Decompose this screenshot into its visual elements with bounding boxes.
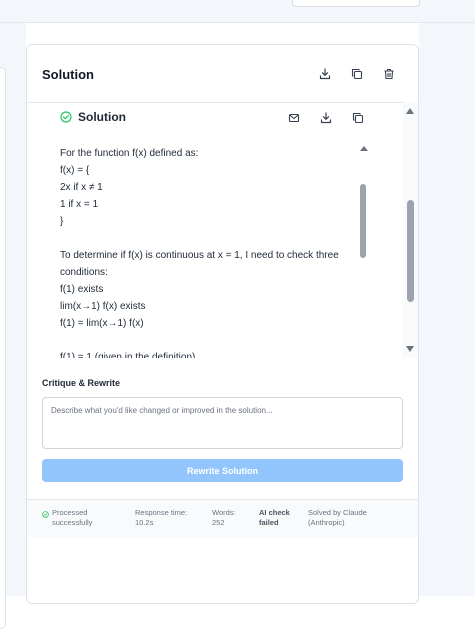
status-solved-by: Solved by Claude (Anthropic): [308, 508, 367, 527]
solution-line: f(x) = {: [60, 165, 90, 176]
inner-scrollbar-thumb[interactable]: [360, 184, 366, 258]
download-icon[interactable]: [318, 110, 334, 126]
scroll-down-arrow-icon[interactable]: [406, 346, 414, 352]
success-check-icon: [42, 511, 49, 518]
status-processed: Processed successfully: [52, 508, 93, 527]
panel-header: Solution: [27, 45, 418, 103]
copy-icon[interactable]: [350, 110, 366, 126]
scroll-up-arrow-icon[interactable]: [360, 146, 368, 151]
critique-input[interactable]: [42, 397, 403, 449]
status-response-time: Response time: 10.2s: [135, 508, 188, 527]
solution-line: To determine if f(x) is continuous at x …: [60, 250, 339, 261]
solution-line: For the function f(x) defined as:: [60, 148, 199, 159]
left-panel-edge: [0, 67, 6, 629]
status-ai-check: AI check failed: [259, 508, 290, 527]
solution-line: f(1) exists: [60, 284, 104, 295]
solution-scroll-area[interactable]: Solution For the function f(x) defined a…: [27, 102, 418, 358]
solution-card: Solution For the function f(x) defined a…: [46, 102, 386, 358]
top-bar-control[interactable]: [292, 0, 420, 7]
solution-line: lim(x→1) f(x) exists: [60, 301, 146, 312]
mail-icon[interactable]: [286, 110, 302, 126]
download-icon[interactable]: [317, 66, 333, 82]
inner-scrollbar[interactable]: [358, 140, 370, 358]
solution-line: [60, 230, 360, 247]
outer-scrollbar[interactable]: [403, 102, 418, 358]
left-background: [0, 23, 26, 629]
rewrite-solution-button[interactable]: Rewrite Solution: [42, 459, 403, 482]
solution-line: 1 if x = 1: [60, 199, 99, 210]
panel-title: Solution: [42, 67, 94, 82]
critique-label: Critique & Rewrite: [42, 378, 121, 388]
solution-line: 2x if x ≠ 1: [60, 182, 103, 193]
check-circle-icon: [60, 111, 72, 123]
top-bar: [0, 0, 475, 23]
outer-scrollbar-thumb[interactable]: [407, 200, 414, 302]
solution-line: f(1) = 1 (given in the definition): [60, 352, 196, 358]
solution-text: For the function f(x) defined as: f(x) =…: [60, 145, 360, 358]
status-footer: Processed successfully Response time: 10…: [27, 499, 418, 537]
scroll-up-arrow-icon[interactable]: [406, 108, 414, 114]
status-word-count: Words: 252: [212, 508, 236, 527]
solution-line: [60, 332, 360, 349]
copy-icon[interactable]: [349, 66, 365, 82]
solution-line: }: [60, 216, 64, 227]
solution-card-title: Solution: [78, 110, 126, 124]
right-background: [419, 23, 475, 596]
solution-line: f(1) = lim(x→1) f(x): [60, 318, 144, 329]
solution-line: conditions:: [60, 267, 108, 278]
solution-panel: Solution Solution For the function f(x) …: [26, 44, 419, 604]
trash-icon[interactable]: [381, 66, 397, 82]
